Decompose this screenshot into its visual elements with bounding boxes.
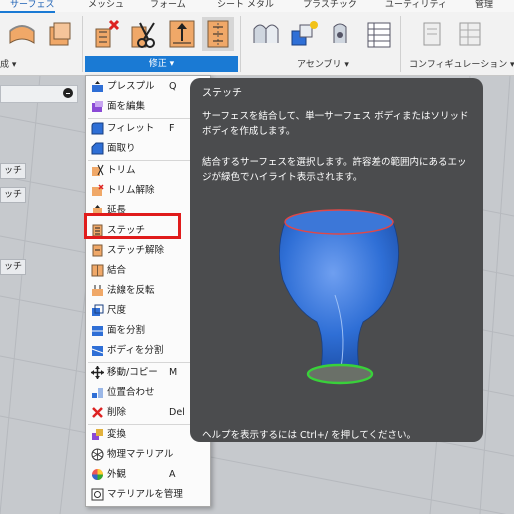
stitch-ribbon-button[interactable] xyxy=(202,17,234,51)
group-divider xyxy=(400,16,401,72)
tooltip-help-hint: ヘルプを表示するには Ctrl+/ を押してください。 xyxy=(202,430,417,441)
split-body-icon xyxy=(91,346,104,356)
offset-button[interactable] xyxy=(44,17,76,51)
tooltip-detail: 結合するサーフェスを選択します。許容差の範囲内にあるエッジが緑色でハイライト表示… xyxy=(202,157,467,183)
browser-panel-row[interactable] xyxy=(0,85,78,103)
table-icon xyxy=(367,22,391,48)
stitch-icon xyxy=(207,20,229,48)
reverse-normal-icon xyxy=(92,285,103,296)
trim-icon xyxy=(92,164,104,176)
combine-icon xyxy=(91,264,104,277)
align-icon xyxy=(92,388,103,398)
timeline-chip[interactable]: ッチ xyxy=(0,259,27,275)
stitch-preview-illustration xyxy=(279,209,399,385)
tab-mesh[interactable]: メッシュ xyxy=(88,0,124,12)
group-divider xyxy=(82,16,83,72)
extend-ribbon-button[interactable] xyxy=(166,17,198,51)
create-group-label[interactable]: 成 ▾ xyxy=(0,58,16,72)
offset-icon xyxy=(49,22,71,46)
extend-icon xyxy=(169,20,195,48)
stitch-tooltip: ステッチ サーフェスを結合して、単一サーフェス ボディまたはソリッド ボディを作… xyxy=(190,78,483,442)
joint-icon xyxy=(253,24,279,43)
delete-icon xyxy=(92,407,103,418)
tab-plastic[interactable]: プラスチック xyxy=(303,0,357,12)
delete-trim-icon xyxy=(95,19,120,48)
patch-icon xyxy=(9,25,35,44)
modify-dropdown[interactable]: 修正 ▾ xyxy=(85,56,238,72)
menu-item-appearance[interactable]: 外観 A xyxy=(86,465,210,485)
active-tab-indicator xyxy=(0,11,55,13)
assemble-group-label[interactable]: アセンブリ ▾ xyxy=(297,58,349,72)
configure-group-label[interactable]: コンフィギュレーション ▾ xyxy=(409,58,514,72)
tooltip-description: サーフェスを結合して、単一サーフェス ボディまたはソリッド ボディを作成します。 xyxy=(202,111,469,137)
collapse-icon[interactable] xyxy=(63,88,73,98)
config-table-icon xyxy=(459,22,481,46)
replace-icon xyxy=(92,429,103,440)
scissors-icon xyxy=(131,22,155,48)
unstitch-icon xyxy=(92,244,103,257)
new-component-button[interactable] xyxy=(250,17,282,51)
configuration-icon xyxy=(423,22,441,46)
new-component-blue-button[interactable] xyxy=(288,17,320,51)
patch-button[interactable] xyxy=(6,17,38,51)
trim-ribbon-button[interactable] xyxy=(128,17,160,51)
split-face-icon xyxy=(92,326,103,336)
manage-materials-icon xyxy=(91,488,104,501)
bom-button[interactable] xyxy=(362,17,394,51)
move-copy-icon xyxy=(91,366,104,379)
component-icon xyxy=(291,21,318,46)
timeline-chip[interactable]: ッチ xyxy=(0,163,27,179)
fillet-icon xyxy=(91,122,104,135)
press-pull-icon xyxy=(92,81,103,92)
tooltip-title: ステッチ xyxy=(202,88,242,99)
appearance-icon xyxy=(92,469,103,480)
as-built-joint-icon xyxy=(333,23,347,43)
untrim-icon xyxy=(92,184,104,196)
tab-utilities[interactable]: ユーティリティ xyxy=(385,0,447,12)
edit-face-icon xyxy=(92,101,103,112)
tab-sheet-metal[interactable]: シート メタル xyxy=(217,0,274,12)
delete-ribbon-button[interactable] xyxy=(90,17,122,51)
chamfer-icon xyxy=(91,142,104,155)
physical-material-icon xyxy=(91,448,104,461)
as-built-joint-button[interactable] xyxy=(326,17,358,51)
configure-button[interactable] xyxy=(416,17,448,51)
scale-icon xyxy=(92,304,104,316)
tab-form[interactable]: フォーム xyxy=(150,0,186,12)
stitch-highlight-box xyxy=(84,213,181,239)
menu-item-physical-material[interactable]: 物理マテリアル xyxy=(86,445,210,465)
ribbon-tabs: サーフェス メッシュ フォーム シート メタル プラスチック ユーティリティ 管… xyxy=(0,0,514,13)
menu-item-manage-materials[interactable]: マテリアルを管理 xyxy=(86,485,210,505)
timeline-chip[interactable]: ッチ xyxy=(0,187,27,203)
tab-manage[interactable]: 管理 xyxy=(475,0,493,12)
ribbon-toolbar: サーフェス メッシュ フォーム シート メタル プラスチック ユーティリティ 管… xyxy=(0,0,514,76)
group-divider xyxy=(240,16,241,72)
configuration-table-button[interactable] xyxy=(454,17,486,51)
